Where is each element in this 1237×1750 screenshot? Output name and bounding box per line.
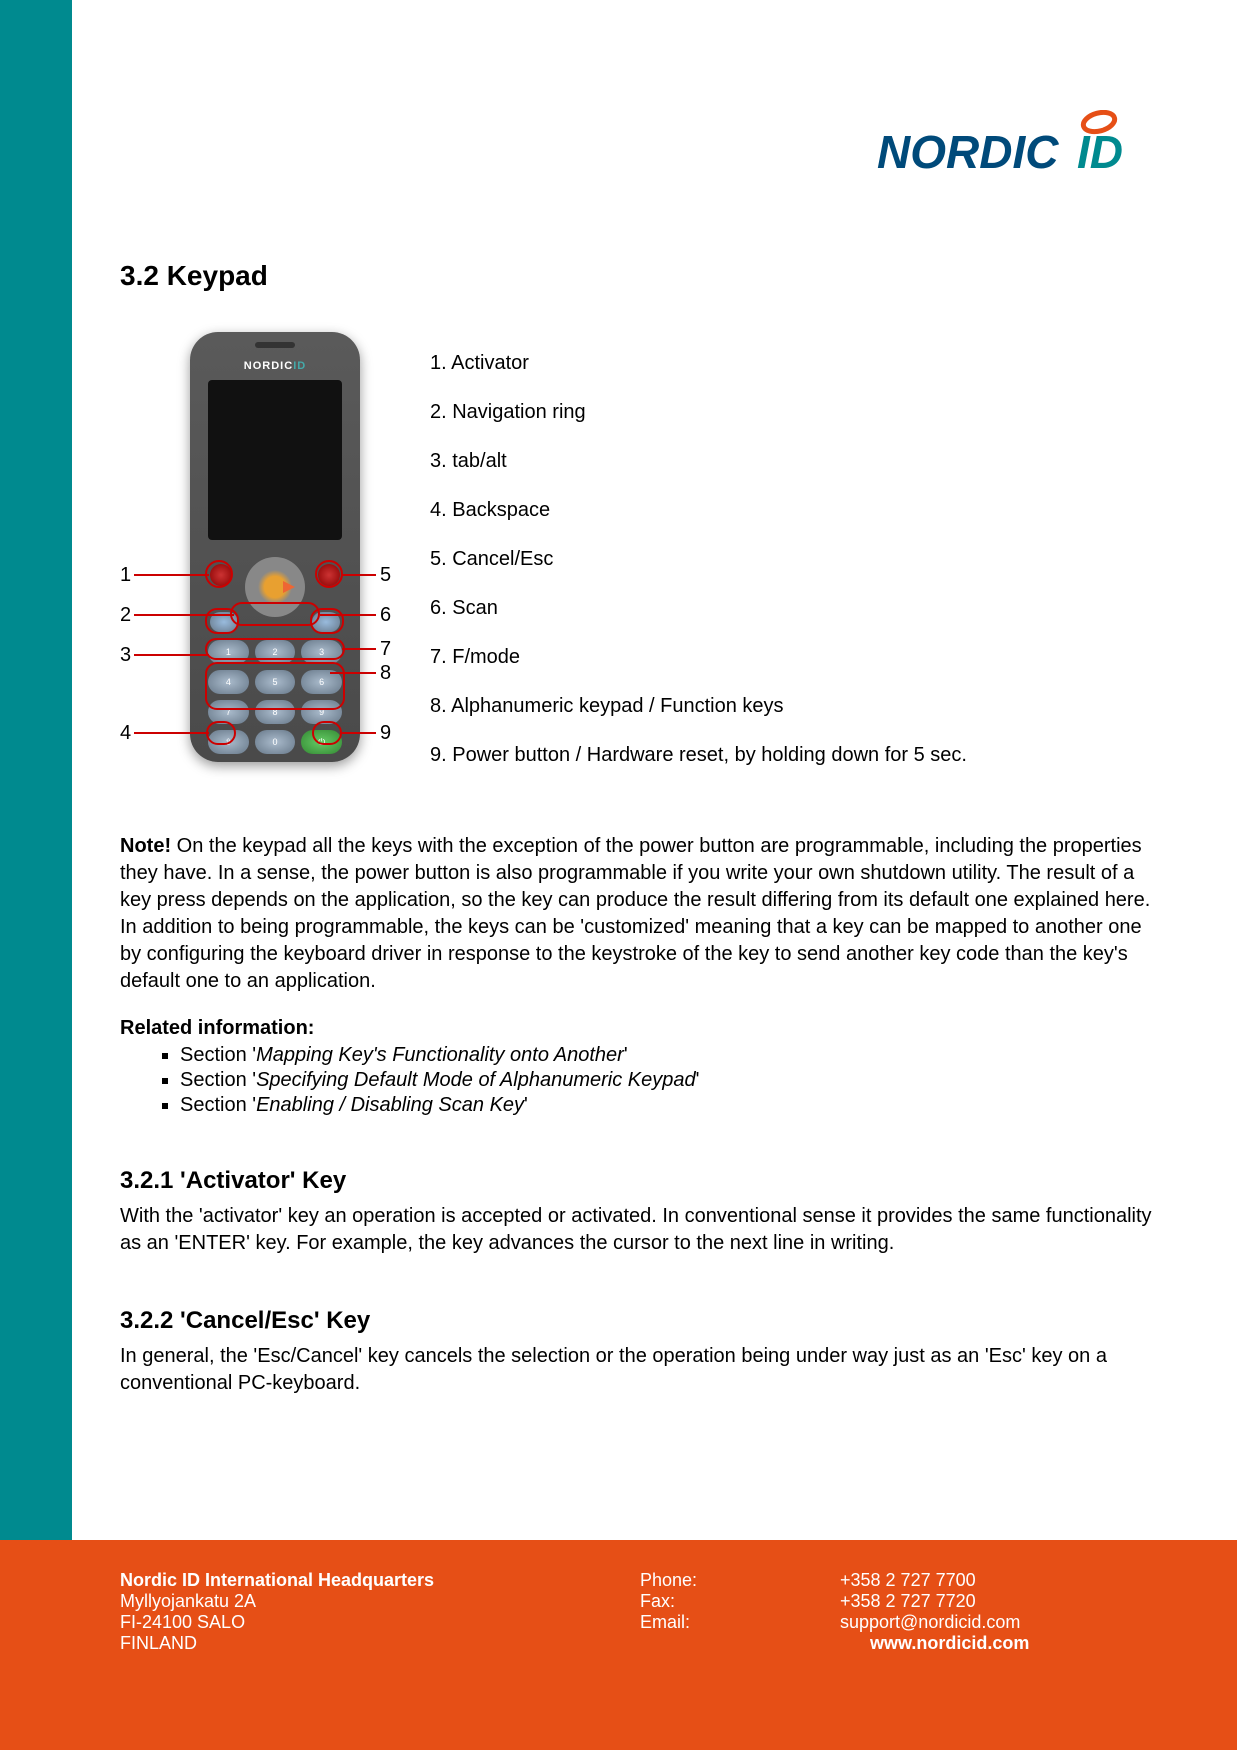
callout-9: 9	[380, 722, 391, 745]
svg-text:NORDIC: NORDIC	[877, 126, 1059, 178]
footer-phone-label: Phone:	[640, 1570, 760, 1591]
keypad-legend: 1. Activator 2. Navigation ring 3. tab/a…	[430, 332, 1160, 793]
footer-addr3: FINLAND	[120, 1633, 560, 1654]
footer-hq: Nordic ID International Headquarters	[120, 1570, 560, 1591]
nordicid-logo-icon: NORDIC ID	[877, 110, 1157, 190]
note-paragraph: Note! On the keypad all the keys with th…	[120, 833, 1160, 995]
callout-2: 2	[120, 604, 131, 627]
left-sidebar-bar	[0, 0, 72, 1540]
device-illustration: NORDICID 123 456 789 ⇧0⏻	[120, 332, 400, 792]
related-item-1: Section 'Mapping Key's Functionality ont…	[180, 1044, 1160, 1067]
svg-text:ID: ID	[1077, 126, 1123, 178]
related-item-3: Section 'Enabling / Disabling Scan Key'	[180, 1094, 1160, 1117]
subsection-text-cancel: In general, the 'Esc/Cancel' key cancels…	[120, 1343, 1160, 1397]
footer-addr2: FI-24100 SALO	[120, 1612, 560, 1633]
footer-web: www.nordicid.com	[870, 1633, 1140, 1654]
related-item-2: Section 'Specifying Default Mode of Alph…	[180, 1069, 1160, 1092]
footer-fax: +358 2 727 7720	[840, 1591, 1140, 1612]
legend-item-6: 6. Scan	[430, 597, 1160, 620]
callout-5: 5	[380, 564, 391, 587]
legend-item-9: 9. Power button / Hardware reset, by hol…	[430, 744, 1160, 767]
footer-addr1: Myllyojankatu 2A	[120, 1591, 560, 1612]
section-title: 3.2 Keypad	[120, 260, 1160, 292]
brand-logo: NORDIC ID	[877, 110, 1157, 195]
callout-6: 6	[380, 604, 391, 627]
callout-1: 1	[120, 564, 131, 587]
legend-item-5: 5. Cancel/Esc	[430, 548, 1160, 571]
subsection-title-activator: 3.2.1 'Activator' Key	[120, 1167, 1160, 1195]
note-text: On the keypad all the keys with the exce…	[120, 835, 1150, 992]
legend-item-3: 3. tab/alt	[430, 450, 1160, 473]
callout-7: 7	[380, 638, 391, 661]
legend-item-4: 4. Backspace	[430, 499, 1160, 522]
note-label: Note!	[120, 835, 171, 857]
legend-item-8: 8. Alphanumeric keypad / Function keys	[430, 695, 1160, 718]
legend-item-1: 1. Activator	[430, 352, 1160, 375]
footer-email-label: Email:	[640, 1612, 760, 1633]
callout-3: 3	[120, 644, 131, 667]
callout-8: 8	[380, 662, 391, 685]
footer-phone: +358 2 727 7700	[840, 1570, 1140, 1591]
related-heading: Related information:	[120, 1017, 1160, 1040]
subsection-text-activator: With the 'activator' key an operation is…	[120, 1203, 1160, 1257]
legend-item-7: 7. F/mode	[430, 646, 1160, 669]
footer: Nordic ID International Headquarters Myl…	[120, 1570, 1160, 1654]
related-list: Section 'Mapping Key's Functionality ont…	[180, 1044, 1160, 1117]
footer-email: support@nordicid.com	[840, 1612, 1140, 1633]
subsection-title-cancel: 3.2.2 'Cancel/Esc' Key	[120, 1307, 1160, 1335]
callout-4: 4	[120, 722, 131, 745]
legend-item-2: 2. Navigation ring	[430, 401, 1160, 424]
footer-fax-label: Fax:	[640, 1591, 760, 1612]
keypad-diagram: NORDICID 123 456 789 ⇧0⏻	[120, 332, 1160, 793]
